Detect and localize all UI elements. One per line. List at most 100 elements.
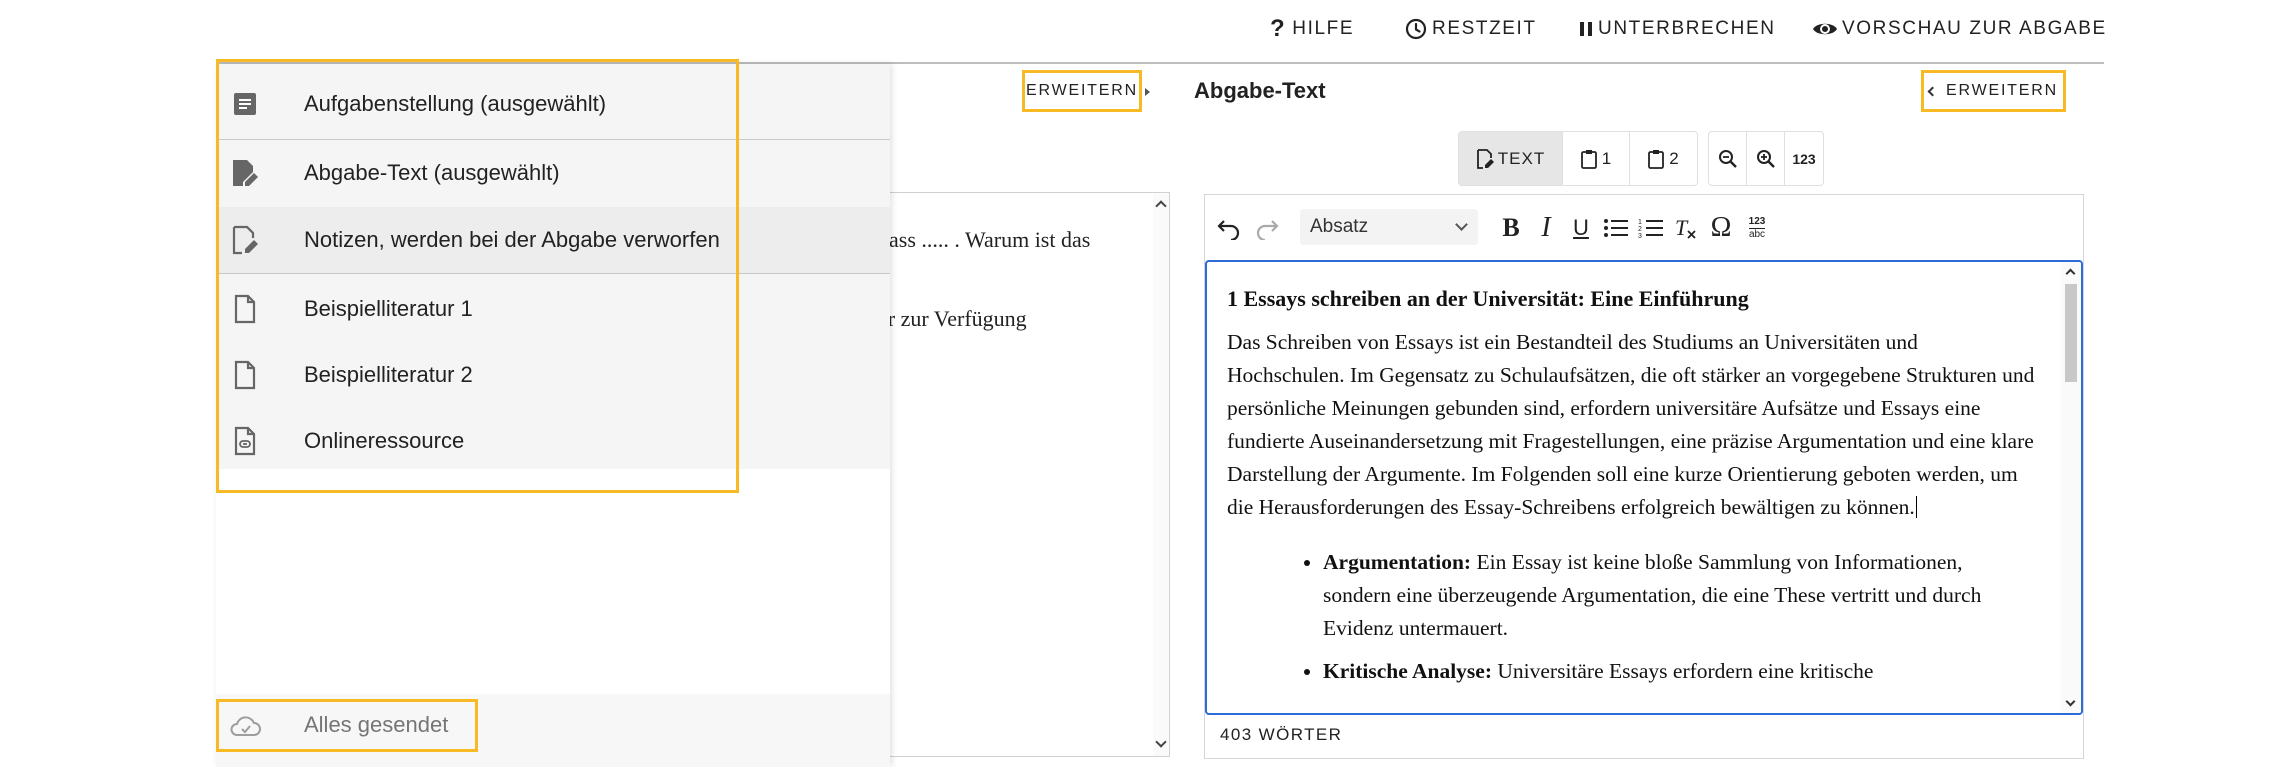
help-label: HILFE xyxy=(1292,18,1355,39)
remaining-time-label: RESTZEIT xyxy=(1432,18,1537,39)
clipboard-icon xyxy=(1580,149,1602,169)
nav-item-task[interactable]: Aufgabenstellung (ausgewählt) xyxy=(216,71,890,137)
editor-content[interactable]: 1 Essays schreiben an der Universität: E… xyxy=(1207,262,2055,698)
svg-text:T: T xyxy=(1675,215,1689,240)
remaining-time-button[interactable]: RESTZEIT xyxy=(1404,14,1537,44)
special-chars-button[interactable]: Ω xyxy=(1706,212,1736,243)
nav-item-literature-2[interactable]: Beispielliteratur 2 xyxy=(216,342,890,408)
nav-item-label: Abgabe-Text (ausgewählt) xyxy=(304,160,560,185)
spellcheck-icon: 123 abc xyxy=(1748,215,1766,240)
expand-right-button[interactable]: ERWEITERN xyxy=(1921,70,2066,112)
nav-item-label: Aufgabenstellung (ausgewählt) xyxy=(304,91,607,116)
view-page-1-label: 1 xyxy=(1601,148,1613,168)
paragraph-style-select[interactable]: Absatz xyxy=(1300,209,1478,245)
view-page-2-label: 2 xyxy=(1669,148,1680,168)
clear-format-icon: T xyxy=(1673,215,1699,241)
nav-item-notes[interactable]: Notizen, werden bei der Abgabe verworfen xyxy=(216,207,890,273)
bullet-list-icon xyxy=(1603,217,1629,239)
scroll-up-icon[interactable] xyxy=(1155,200,1167,212)
numbered-list-button[interactable]: 123 xyxy=(1636,213,1666,243)
text-editor[interactable]: 1 Essays schreiben an der Universität: E… xyxy=(1205,260,2083,715)
redo-icon xyxy=(1254,216,1280,240)
view-page-1-button[interactable]: 1 xyxy=(1563,132,1630,185)
chevron-left-icon xyxy=(1927,86,1938,96)
clear-format-button[interactable]: T xyxy=(1671,213,1701,243)
nav-item-submission-text[interactable]: Abgabe-Text (ausgewählt) xyxy=(216,140,890,206)
nav-item-label: Beispielliteratur 2 xyxy=(304,362,473,387)
bullet-list-button[interactable] xyxy=(1601,213,1631,243)
underline-icon: U xyxy=(1573,215,1589,240)
svg-text:2: 2 xyxy=(1638,226,1642,233)
undo-icon xyxy=(1216,216,1242,240)
pause-icon xyxy=(1578,18,1598,40)
description-icon xyxy=(230,89,260,119)
task-text-line-1: dass ..... . Warum ist das xyxy=(878,227,1091,252)
spellcheck-bottom-label: abc xyxy=(1748,228,1766,240)
nav-divider xyxy=(216,273,890,274)
editor-bullet-list: Argumentation: Ein Essay ist keine bloße… xyxy=(1227,546,2035,688)
zoom-toggle: 123 xyxy=(1708,131,1824,186)
bullet-term: Kritische Analyse: xyxy=(1323,659,1492,683)
italic-button[interactable]: I xyxy=(1531,212,1561,243)
task-scrollbar[interactable] xyxy=(1153,194,1169,756)
spellcheck-top-label: 123 xyxy=(1748,215,1766,227)
preview-submission-button[interactable]: VORSCHAU ZUR ABGABE xyxy=(1812,14,2107,44)
undo-button[interactable] xyxy=(1214,213,1244,243)
zoom-out-button[interactable] xyxy=(1709,132,1747,185)
underline-button[interactable]: U xyxy=(1566,213,1596,243)
svg-text:1: 1 xyxy=(1638,219,1642,226)
link-file-icon xyxy=(230,426,260,456)
line-numbers-button[interactable]: 123 xyxy=(1785,132,1823,185)
bold-button[interactable]: B xyxy=(1496,213,1526,243)
chevron-right-icon xyxy=(1145,88,1150,96)
file-icon xyxy=(230,294,260,324)
expand-left-button[interactable]: ERWEITERN xyxy=(1022,70,1142,112)
clipboard-icon xyxy=(1647,149,1669,169)
help-icon: ? xyxy=(1270,15,1287,42)
numbered-list-icon: 123 xyxy=(1638,217,1664,239)
view-page-2-button[interactable]: 2 xyxy=(1630,132,1697,185)
expand-right-label: ERWEITERN xyxy=(1946,82,2058,99)
eye-icon xyxy=(1812,18,1842,40)
file-icon xyxy=(230,360,260,390)
scroll-down-icon[interactable] xyxy=(2065,696,2076,707)
sync-status-label: Alles gesendet xyxy=(304,712,449,737)
editor-scrollbar[interactable] xyxy=(2061,262,2081,713)
scroll-down-icon[interactable] xyxy=(1155,736,1167,748)
help-button[interactable]: ? HILFE xyxy=(1270,14,1354,44)
chevron-down-icon xyxy=(1455,218,1468,231)
scroll-up-icon[interactable] xyxy=(2065,268,2076,279)
view-text-button[interactable]: TEXT xyxy=(1459,132,1563,185)
bold-icon: B xyxy=(1502,213,1520,242)
paragraph-style-value: Absatz xyxy=(1310,216,1369,237)
scroll-thumb[interactable] xyxy=(2065,284,2077,382)
edit-document-icon xyxy=(230,158,260,188)
omega-icon: Ω xyxy=(1710,212,1732,243)
pause-button[interactable]: UNTERBRECHEN xyxy=(1578,14,1776,44)
zoom-out-icon xyxy=(1718,149,1738,169)
list-item: Kritische Analyse: Universitäre Essays e… xyxy=(1323,655,2035,688)
nav-item-label: Beispielliteratur 1 xyxy=(304,296,473,321)
navigation-drawer: Aufgabenstellung (ausgewählt) Abgabe-Tex… xyxy=(216,64,890,767)
nav-item-online-resource[interactable]: Onlineressource xyxy=(216,408,890,474)
word-count: 403 WÖRTER xyxy=(1220,725,1343,744)
submission-title: Abgabe-Text xyxy=(1194,78,1326,103)
spellcheck-button[interactable]: 123 abc xyxy=(1742,213,1772,243)
text-cursor xyxy=(1915,496,1917,518)
nav-item-label: Notizen, werden bei der Abgabe verworfen xyxy=(304,227,720,252)
editor-heading: 1 Essays schreiben an der Universität: E… xyxy=(1227,286,1749,311)
zoom-in-button[interactable] xyxy=(1747,132,1785,185)
edit-document-icon xyxy=(1476,148,1498,169)
pause-label: UNTERBRECHEN xyxy=(1598,18,1776,39)
nav-item-literature-1[interactable]: Beispielliteratur 1 xyxy=(216,276,890,342)
editor-paragraph-text: Das Schreiben von Essays ist ein Bestand… xyxy=(1227,330,2035,519)
italic-icon: I xyxy=(1541,212,1551,243)
top-bar: ? HILFE RESTZEIT UNTERBRECHEN VORSCHAU Z… xyxy=(0,0,2296,62)
preview-label: VORSCHAU ZUR ABGABE xyxy=(1842,18,2107,39)
cloud-done-icon xyxy=(228,713,262,739)
view-text-label: TEXT xyxy=(1497,148,1546,168)
clock-icon xyxy=(1404,17,1432,41)
edit-note-icon xyxy=(230,225,260,255)
list-item: Argumentation: Ein Essay ist keine bloße… xyxy=(1323,546,2035,645)
redo-button[interactable] xyxy=(1252,213,1282,243)
